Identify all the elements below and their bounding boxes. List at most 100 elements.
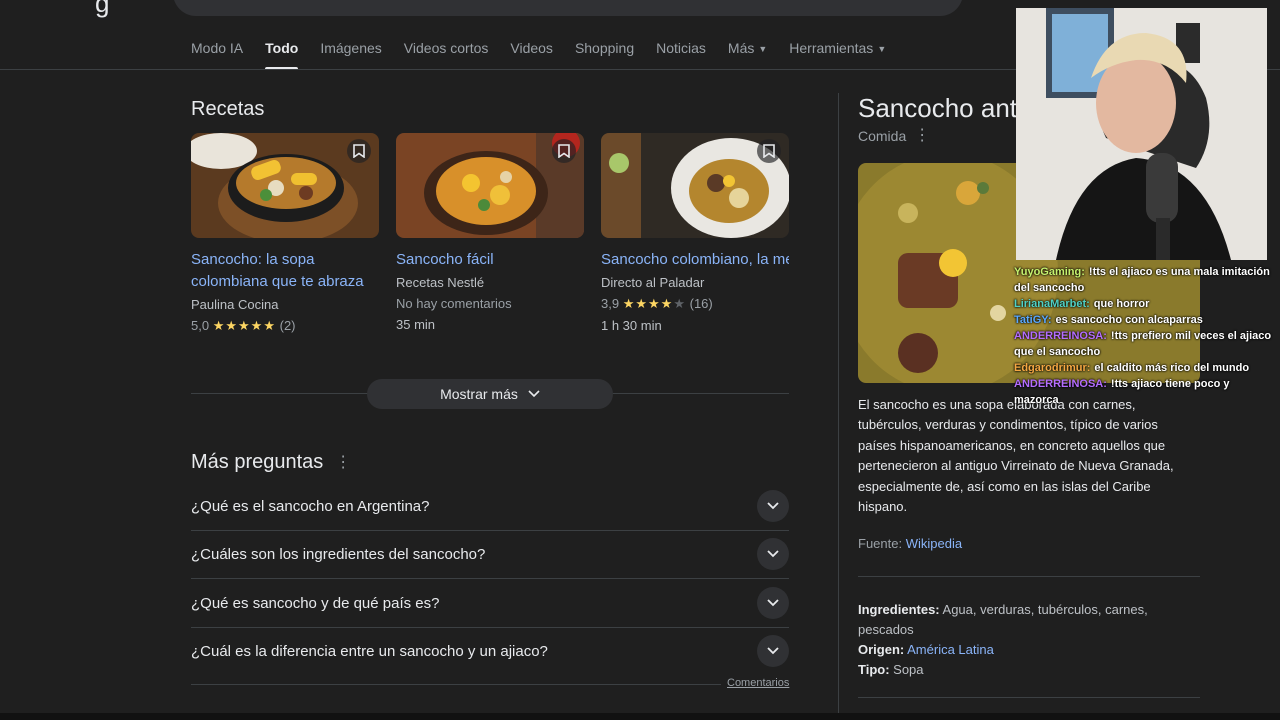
chevron-down-icon [528, 390, 540, 398]
divider [858, 576, 1200, 577]
chat-username: TatiGY: [1014, 314, 1052, 326]
divider [858, 697, 1200, 698]
tab-más[interactable]: Más ▼ [728, 40, 767, 68]
questions-title: Más preguntas [191, 451, 324, 473]
tab-noticias[interactable]: Noticias [656, 40, 706, 68]
knowledge-panel-description: El sancocho es una sopa elaborada con ca… [858, 397, 1174, 515]
caret-down-icon: ▼ [758, 44, 768, 55]
recipes-heading: Recetas [191, 98, 265, 120]
more-options-icon[interactable]: ⋮ [335, 454, 351, 471]
recipe-card[interactable]: Sancocho: la sopa colombiana que te abra… [191, 133, 379, 334]
tab-label: Todo [265, 40, 299, 56]
tab-label: Videos cortos [403, 40, 489, 56]
faq-question: ¿Cuáles son los ingredientes del sancoch… [191, 545, 486, 563]
recipe-title[interactable]: Sancocho colombiano, la mejor receta de … [601, 249, 789, 271]
recipe-rating: 5,0 ★★★★★ (2) [191, 318, 379, 334]
chat-username: ANDERREINOSA: [1014, 378, 1107, 390]
chat-username: LirianaMarbet: [1014, 298, 1090, 310]
fact-label: Tipo: [858, 662, 890, 677]
chat-username: Edgarodrimur: [1014, 362, 1091, 374]
search-tabs: Modo IA Todo Imágenes Videos cortos Videos Sh… [191, 40, 908, 70]
knowledge-panel-title: Sancocho ant [858, 93, 1018, 123]
tab-todo[interactable]: Todo [265, 40, 299, 70]
entity-type: Comida [858, 128, 907, 144]
panel-divider [838, 93, 839, 720]
rating-stars: ★★★★★ [622, 296, 686, 311]
recipe-title[interactable]: Sancocho fácil [396, 249, 584, 271]
search-bar[interactable] [173, 0, 963, 16]
bookmark-icon[interactable] [347, 139, 371, 163]
bookmark-icon[interactable] [757, 139, 781, 163]
chat-message: ANDERREINOSA: !tts prefiero mil veces el … [1014, 328, 1272, 360]
faq-question: ¿Qué es sancocho y de qué país es? [191, 594, 440, 612]
tab-videos[interactable]: Videos [510, 40, 553, 68]
faq-divider [191, 684, 721, 685]
faq-item[interactable]: ¿Qué es el sancocho en Argentina? [191, 482, 789, 530]
tab-label: Noticias [656, 40, 706, 56]
stream-chat-overlay: YuyoGaming: !tts el ajiaco es una mala im… [1014, 264, 1272, 408]
recipe-image[interactable] [601, 133, 789, 238]
expand-chevron-icon[interactable] [757, 490, 789, 522]
fact-origin: Origen: América Latina [858, 640, 1178, 660]
chat-username: YuyoGaming: [1014, 266, 1085, 278]
more-options-icon[interactable]: ⋮ [914, 128, 930, 144]
fact-label: Ingredientes: [858, 602, 940, 617]
origin-link[interactable]: América Latina [907, 642, 994, 657]
tab-modo-ia[interactable]: Modo IA [191, 40, 243, 68]
tab-imágenes[interactable]: Imágenes [320, 40, 381, 68]
rating-value: 5,0 [191, 318, 210, 333]
expand-chevron-icon[interactable] [757, 635, 789, 667]
chat-text: que horror [1093, 298, 1150, 310]
chat-text: el caldito más rico del mundo [1094, 362, 1250, 374]
recipe-title[interactable]: Sancocho: la sopa colombiana que te abra… [191, 249, 379, 293]
expand-chevron-icon[interactable] [757, 587, 789, 619]
faq-item[interactable]: ¿Cuáles son los ingredientes del sancoch… [191, 530, 789, 578]
recipe-card[interactable]: Sancocho colombiano, la mejor receta de … [601, 133, 789, 333]
faq-question: ¿Qué es el sancocho en Argentina? [191, 497, 430, 515]
recipe-image[interactable] [396, 133, 584, 238]
tab-videos-cortos[interactable]: Videos cortos [404, 40, 489, 68]
webcam-overlay [1016, 8, 1267, 260]
faq-item[interactable]: ¿Cuál es la diferencia entre un sancocho… [191, 627, 789, 675]
fact-value: Sopa [893, 662, 924, 677]
knowledge-panel-source: Fuente: Wikipedia [858, 536, 962, 551]
chat-message: YuyoGaming: !tts el ajiaco es una mala im… [1014, 264, 1272, 296]
chat-message: Edgarodrimur: el caldito más rico del mun… [1014, 360, 1272, 376]
feedback-link[interactable]: Comentarios [727, 677, 789, 689]
bookmark-icon[interactable] [552, 139, 576, 163]
chat-message: LirianaMarbet: que horror [1014, 296, 1272, 312]
google-logo-fragment[interactable]: g [95, 0, 109, 19]
recipe-rating: 3,9 ★★★★★ (16) [601, 296, 789, 312]
show-more-button[interactable]: Mostrar más [367, 379, 613, 409]
chat-message: ANDERREINOSA: !tts ajiaco tiene poco y ma… [1014, 376, 1272, 408]
tab-label: Herramientas [789, 40, 874, 56]
faq-item[interactable]: ¿Qué es sancocho y de qué país es? [191, 579, 789, 627]
recipe-source: Recetas Nestlé [396, 275, 485, 290]
recipe-card[interactable]: Sancocho fácil Recetas Nestlé No hay com… [396, 133, 584, 332]
chat-text: es sancocho con alcaparras [1055, 314, 1203, 326]
source-label: Fuente: [858, 536, 903, 551]
tab-label: Videos [510, 40, 553, 56]
questions-heading: Más preguntas ⋮ [191, 451, 351, 474]
bottom-bar [0, 713, 1280, 720]
tab-label: Más [727, 40, 755, 56]
chat-message: TatiGY: es sancocho con alcaparras [1014, 312, 1272, 328]
rating-value: 3,9 [601, 296, 620, 311]
tab-shopping[interactable]: Shopping [575, 40, 634, 68]
recipe-source: Paulina Cocina [191, 297, 279, 312]
show-more-label: Mostrar más [440, 386, 518, 402]
caret-down-icon: ▼ [877, 44, 887, 55]
chat-username: ANDERREINOSA: [1014, 330, 1107, 342]
fact-label: Origen: [858, 642, 905, 657]
recipe-time: 1 h 30 min [601, 318, 662, 333]
tab-herramientas[interactable]: Herramientas ▼ [789, 40, 886, 68]
knowledge-panel-facts: Ingredientes: Agua, verduras, tubérculos… [858, 600, 1178, 680]
tab-label: Modo IA [191, 40, 244, 56]
tab-label: Shopping [574, 40, 635, 56]
fact-ingredients: Ingredientes: Agua, verduras, tubérculos… [858, 600, 1178, 640]
recipe-image[interactable] [191, 133, 379, 238]
rating-count: (2) [279, 318, 296, 333]
expand-chevron-icon[interactable] [757, 538, 789, 570]
wikipedia-link[interactable]: Wikipedia [906, 536, 962, 551]
recipe-source: Directo al Paladar [601, 275, 705, 290]
